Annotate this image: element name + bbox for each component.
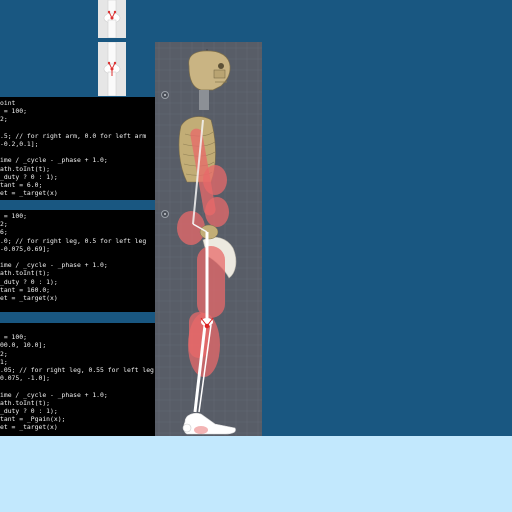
code-line: .0; // for right leg, 0.5 for left leg bbox=[0, 236, 147, 245]
code-line: _duty ? 0 : 1); bbox=[0, 277, 58, 286]
code-line: 6; bbox=[0, 228, 8, 237]
knee-joint-thumbnail-image bbox=[103, 0, 121, 38]
code-line: ime / _cycle - _phase + 1.0; bbox=[0, 390, 108, 399]
code-line: 1; bbox=[0, 357, 8, 366]
code-line: 00.0, 10.0]; bbox=[0, 341, 47, 350]
foot-joint-code[interactable]: = 100; 00.0, 10.0]; 2; 1; .05; // for right … bbox=[0, 323, 155, 436]
cervical-vertebrae bbox=[199, 90, 209, 110]
knee-joint-thumbnail-bottom[interactable] bbox=[98, 42, 126, 96]
code-line: = 100; bbox=[0, 333, 27, 342]
code-line: 2; bbox=[0, 349, 8, 358]
skull bbox=[188, 50, 231, 91]
code-line: et = _target(x) bbox=[0, 293, 58, 302]
code-line: -0.075,0.69]; bbox=[0, 244, 51, 253]
ground-plane bbox=[0, 436, 512, 512]
code-line: ath.toInt(t); bbox=[0, 398, 51, 407]
code-line: oint bbox=[0, 99, 16, 107]
code-line: .5; // for right arm, 0.0 for left arm bbox=[0, 131, 147, 140]
code-line: = 100; bbox=[0, 107, 27, 116]
foot bbox=[182, 412, 236, 435]
code-line: tant = 160.0; bbox=[0, 285, 51, 294]
knee-joint-thumbnail-image bbox=[103, 42, 121, 96]
code-line: _duty ? 0 : 1); bbox=[0, 406, 58, 415]
shoulder-muscle bbox=[203, 165, 227, 195]
code-line: ime / _cycle - _phase + 1.0; bbox=[0, 261, 108, 270]
code-line: .05; // for right leg, 0.55 for left leg… bbox=[0, 365, 155, 374]
knee-joint-thumbnail-top[interactable] bbox=[98, 0, 126, 38]
code-line: et = _target(x) bbox=[0, 189, 58, 198]
arm-joint-handle[interactable] bbox=[161, 91, 169, 99]
arm-joint-code[interactable]: oint = 100; 2; .5; // for right arm, 0.0 f… bbox=[0, 97, 155, 200]
leg-joint-handle[interactable] bbox=[161, 210, 169, 218]
code-line: = 100; bbox=[0, 212, 27, 220]
leg-joint-code[interactable]: = 100; 2; 6; .0; // for right leg, 0.5 for … bbox=[0, 210, 155, 312]
skeleton-scene bbox=[155, 42, 262, 436]
code-line: tant = 6.0; bbox=[0, 180, 43, 189]
code-line: tant = _Pgain(x); bbox=[0, 415, 66, 424]
elbow-muscle bbox=[205, 197, 229, 227]
code-line: ath.toInt(t); bbox=[0, 269, 51, 278]
skeleton-viewport[interactable] bbox=[155, 42, 262, 436]
code-line: ath.toInt(t); bbox=[0, 164, 51, 173]
code-line: 2; bbox=[0, 220, 8, 229]
thigh-muscle bbox=[197, 246, 225, 318]
code-line: et = _target(x) bbox=[0, 423, 58, 432]
code-line: 2; bbox=[0, 115, 8, 124]
code-line: ime / _cycle - _phase + 1.0; bbox=[0, 156, 108, 165]
code-line: 0.075, -1.0]; bbox=[0, 374, 51, 383]
code-line: _duty ? 0 : 1); bbox=[0, 172, 58, 181]
code-line: -0.2,0.1]; bbox=[0, 139, 39, 148]
